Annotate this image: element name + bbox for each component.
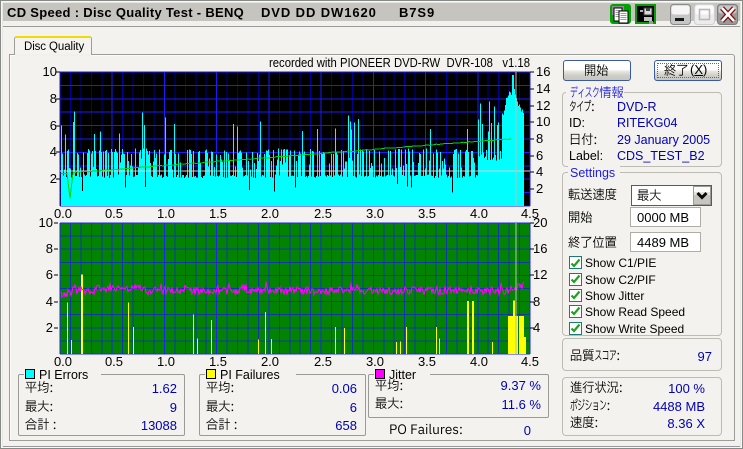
svg-text:10: 10 [536,114,550,129]
svg-text:10: 10 [39,215,53,230]
svg-text:4.5: 4.5 [521,354,539,369]
svg-text:3.5: 3.5 [418,206,436,221]
svg-text:12: 12 [536,98,550,113]
svg-text:6: 6 [50,118,57,133]
svg-text:4: 4 [50,144,57,159]
svg-text:3.0: 3.0 [366,354,384,369]
svg-text:10: 10 [43,64,57,79]
svg-text:4.5: 4.5 [521,206,539,221]
svg-text:1.5: 1.5 [209,354,227,369]
svg-text:2.0: 2.0 [261,206,279,221]
svg-text:6: 6 [536,148,543,163]
svg-text:2: 2 [50,171,57,186]
svg-text:recorded with PIONEER DVD-RW: recorded with PIONEER DVD-RW DVR-108 v1.… [269,55,530,70]
svg-text:12: 12 [533,267,547,282]
svg-text:2.0: 2.0 [261,354,279,369]
svg-text:2: 2 [46,320,53,335]
svg-text:6: 6 [46,267,53,282]
svg-text:16: 16 [533,241,547,256]
svg-text:8: 8 [536,131,543,146]
svg-text:0.0: 0.0 [54,354,72,369]
svg-text:2.5: 2.5 [314,206,332,221]
svg-text:1.0: 1.0 [157,206,175,221]
svg-text:4.0: 4.0 [470,354,488,369]
svg-text:3.0: 3.0 [366,206,384,221]
svg-text:2: 2 [536,181,543,196]
svg-text:8: 8 [50,91,57,106]
svg-text:1.5: 1.5 [209,206,227,221]
svg-text:16: 16 [536,64,550,79]
svg-text:8: 8 [46,241,53,256]
svg-text:4: 4 [536,164,543,179]
svg-text:4.0: 4.0 [470,206,488,221]
svg-text:4: 4 [533,320,540,335]
svg-text:8: 8 [533,294,540,309]
svg-text:0.0: 0.0 [54,206,72,221]
svg-text:2.5: 2.5 [314,354,332,369]
svg-text:14: 14 [536,81,550,96]
svg-text:0.5: 0.5 [105,354,123,369]
svg-text:1.0: 1.0 [157,354,175,369]
svg-text:3.5: 3.5 [418,354,436,369]
svg-text:4: 4 [46,294,53,309]
svg-text:0.5: 0.5 [105,206,123,221]
